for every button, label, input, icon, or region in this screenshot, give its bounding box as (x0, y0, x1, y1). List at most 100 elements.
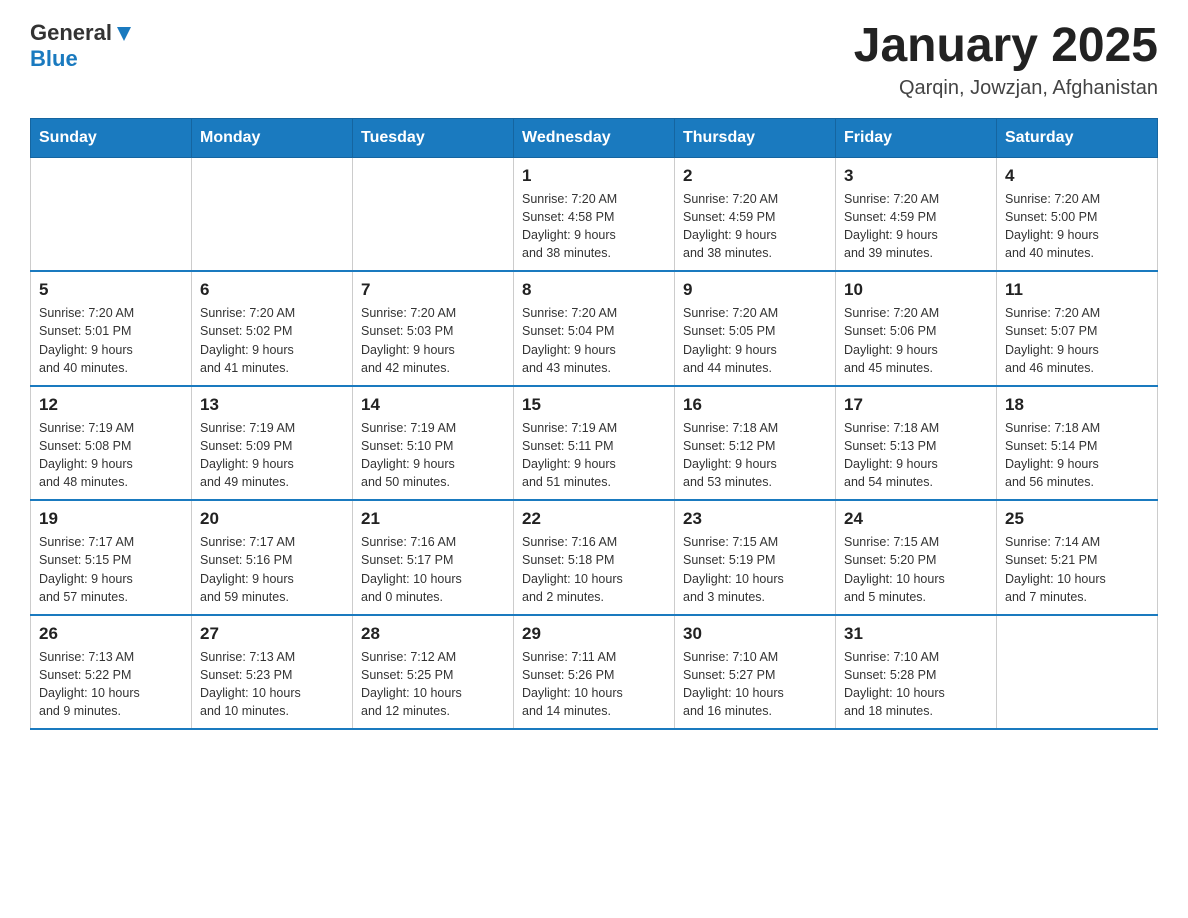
calendar-header-sunday: Sunday (31, 118, 192, 157)
calendar-week-row: 12Sunrise: 7:19 AM Sunset: 5:08 PM Dayli… (31, 386, 1158, 501)
day-number: 19 (39, 509, 183, 529)
calendar-day-1: 1 Sunrise: 7:20 AM Sunset: 4:58 PM Daylig… (514, 157, 675, 271)
calendar-header-wednesday: Wednesday (514, 118, 675, 157)
calendar-week-row: 26 Sunrise: 7:13 AM Sunset: 5:22 PM Dayli… (31, 615, 1158, 730)
calendar-empty-cell (192, 157, 353, 271)
calendar-day-15: 15 Sunrise: 7:19 AM Sunset: 5:11 PM Dayli… (514, 386, 675, 501)
day-number: 29 (522, 624, 666, 644)
day-number: 12 (39, 395, 183, 415)
calendar-day-10: 10 Sunrise: 7:20 AM Sunset: 5:06 PM Dayli… (836, 271, 997, 386)
calendar-day-12: 12Sunrise: 7:19 AM Sunset: 5:08 PM Dayli… (31, 386, 192, 501)
day-info: Sunrise: 7:20 AM Sunset: 4:59 PM Dayligh… (683, 190, 827, 263)
day-number: 23 (683, 509, 827, 529)
day-number: 11 (1005, 280, 1149, 300)
calendar-header-friday: Friday (836, 118, 997, 157)
calendar-day-13: 13Sunrise: 7:19 AM Sunset: 5:09 PM Dayli… (192, 386, 353, 501)
calendar-day-4: 4Sunrise: 7:20 AM Sunset: 5:00 PM Daylig… (997, 157, 1158, 271)
logo-general-text: General (30, 20, 112, 46)
day-info: Sunrise: 7:20 AM Sunset: 5:04 PM Dayligh… (522, 304, 666, 377)
day-number: 17 (844, 395, 988, 415)
day-number: 4 (1005, 166, 1149, 186)
calendar-week-row: 5 Sunrise: 7:20 AM Sunset: 5:01 PM Daylig… (31, 271, 1158, 386)
day-info: Sunrise: 7:20 AM Sunset: 5:05 PM Dayligh… (683, 304, 827, 377)
day-info: Sunrise: 7:15 AM Sunset: 5:19 PM Dayligh… (683, 533, 827, 606)
day-number: 28 (361, 624, 505, 644)
calendar-header-thursday: Thursday (675, 118, 836, 157)
calendar-day-25: 25 Sunrise: 7:14 AM Sunset: 5:21 PM Dayli… (997, 500, 1158, 615)
calendar-title-block: January 2025 Qarqin, Jowzjan, Afghanista… (854, 20, 1158, 100)
logo: General Blue (30, 20, 133, 72)
day-info: Sunrise: 7:14 AM Sunset: 5:21 PM Dayligh… (1005, 533, 1149, 606)
calendar-day-16: 16 Sunrise: 7:18 AM Sunset: 5:12 PM Dayli… (675, 386, 836, 501)
day-number: 24 (844, 509, 988, 529)
calendar-day-30: 30Sunrise: 7:10 AM Sunset: 5:27 PM Dayli… (675, 615, 836, 730)
day-info: Sunrise: 7:16 AM Sunset: 5:18 PM Dayligh… (522, 533, 666, 606)
calendar-day-24: 24 Sunrise: 7:15 AM Sunset: 5:20 PM Dayli… (836, 500, 997, 615)
calendar-day-19: 19 Sunrise: 7:17 AM Sunset: 5:15 PM Dayli… (31, 500, 192, 615)
day-number: 21 (361, 509, 505, 529)
day-info: Sunrise: 7:20 AM Sunset: 5:01 PM Dayligh… (39, 304, 183, 377)
day-info: Sunrise: 7:18 AM Sunset: 5:12 PM Dayligh… (683, 419, 827, 492)
day-number: 5 (39, 280, 183, 300)
day-number: 16 (683, 395, 827, 415)
day-info: Sunrise: 7:20 AM Sunset: 5:06 PM Dayligh… (844, 304, 988, 377)
day-info: Sunrise: 7:19 AM Sunset: 5:10 PM Dayligh… (361, 419, 505, 492)
day-info: Sunrise: 7:17 AM Sunset: 5:15 PM Dayligh… (39, 533, 183, 606)
calendar-day-7: 7Sunrise: 7:20 AM Sunset: 5:03 PM Daylig… (353, 271, 514, 386)
day-number: 1 (522, 166, 666, 186)
calendar-header-row: SundayMondayTuesdayWednesdayThursdayFrid… (31, 118, 1158, 157)
calendar-day-3: 3 Sunrise: 7:20 AM Sunset: 4:59 PM Daylig… (836, 157, 997, 271)
day-number: 20 (200, 509, 344, 529)
day-info: Sunrise: 7:20 AM Sunset: 5:02 PM Dayligh… (200, 304, 344, 377)
day-number: 3 (844, 166, 988, 186)
calendar-day-28: 28Sunrise: 7:12 AM Sunset: 5:25 PM Dayli… (353, 615, 514, 730)
logo-arrow-icon (115, 25, 133, 43)
calendar-day-14: 14 Sunrise: 7:19 AM Sunset: 5:10 PM Dayli… (353, 386, 514, 501)
day-number: 25 (1005, 509, 1149, 529)
calendar-day-21: 21 Sunrise: 7:16 AM Sunset: 5:17 PM Dayli… (353, 500, 514, 615)
day-info: Sunrise: 7:20 AM Sunset: 4:58 PM Dayligh… (522, 190, 666, 263)
day-number: 2 (683, 166, 827, 186)
day-number: 9 (683, 280, 827, 300)
calendar-day-9: 9 Sunrise: 7:20 AM Sunset: 5:05 PM Daylig… (675, 271, 836, 386)
day-info: Sunrise: 7:18 AM Sunset: 5:14 PM Dayligh… (1005, 419, 1149, 492)
day-number: 15 (522, 395, 666, 415)
calendar-subtitle: Qarqin, Jowzjan, Afghanistan (854, 77, 1158, 100)
day-info: Sunrise: 7:15 AM Sunset: 5:20 PM Dayligh… (844, 533, 988, 606)
page-header: General Blue January 2025 Qarqin, Jowzja… (30, 20, 1158, 100)
day-info: Sunrise: 7:20 AM Sunset: 5:07 PM Dayligh… (1005, 304, 1149, 377)
day-number: 14 (361, 395, 505, 415)
calendar-empty-cell (353, 157, 514, 271)
calendar-day-2: 2 Sunrise: 7:20 AM Sunset: 4:59 PM Daylig… (675, 157, 836, 271)
day-info: Sunrise: 7:13 AM Sunset: 5:22 PM Dayligh… (39, 648, 183, 721)
day-info: Sunrise: 7:11 AM Sunset: 5:26 PM Dayligh… (522, 648, 666, 721)
calendar-empty-cell (31, 157, 192, 271)
calendar-day-22: 22 Sunrise: 7:16 AM Sunset: 5:18 PM Dayli… (514, 500, 675, 615)
calendar-day-29: 29 Sunrise: 7:11 AM Sunset: 5:26 PM Dayli… (514, 615, 675, 730)
day-number: 18 (1005, 395, 1149, 415)
calendar-day-8: 8 Sunrise: 7:20 AM Sunset: 5:04 PM Daylig… (514, 271, 675, 386)
day-number: 26 (39, 624, 183, 644)
calendar-day-31: 31Sunrise: 7:10 AM Sunset: 5:28 PM Dayli… (836, 615, 997, 730)
calendar-title: January 2025 (854, 20, 1158, 73)
day-number: 30 (683, 624, 827, 644)
calendar-day-18: 18 Sunrise: 7:18 AM Sunset: 5:14 PM Dayli… (997, 386, 1158, 501)
calendar-day-20: 20 Sunrise: 7:17 AM Sunset: 5:16 PM Dayli… (192, 500, 353, 615)
calendar-header-saturday: Saturday (997, 118, 1158, 157)
day-number: 27 (200, 624, 344, 644)
day-info: Sunrise: 7:20 AM Sunset: 4:59 PM Dayligh… (844, 190, 988, 263)
calendar-day-11: 11 Sunrise: 7:20 AM Sunset: 5:07 PM Dayli… (997, 271, 1158, 386)
day-number: 8 (522, 280, 666, 300)
day-number: 7 (361, 280, 505, 300)
day-info: Sunrise: 7:13 AM Sunset: 5:23 PM Dayligh… (200, 648, 344, 721)
calendar-day-17: 17Sunrise: 7:18 AM Sunset: 5:13 PM Dayli… (836, 386, 997, 501)
day-number: 22 (522, 509, 666, 529)
day-info: Sunrise: 7:16 AM Sunset: 5:17 PM Dayligh… (361, 533, 505, 606)
calendar-day-27: 27 Sunrise: 7:13 AM Sunset: 5:23 PM Dayli… (192, 615, 353, 730)
day-number: 31 (844, 624, 988, 644)
day-number: 10 (844, 280, 988, 300)
day-info: Sunrise: 7:17 AM Sunset: 5:16 PM Dayligh… (200, 533, 344, 606)
calendar-day-26: 26 Sunrise: 7:13 AM Sunset: 5:22 PM Dayli… (31, 615, 192, 730)
day-info: Sunrise: 7:19 AM Sunset: 5:11 PM Dayligh… (522, 419, 666, 492)
day-number: 13 (200, 395, 344, 415)
